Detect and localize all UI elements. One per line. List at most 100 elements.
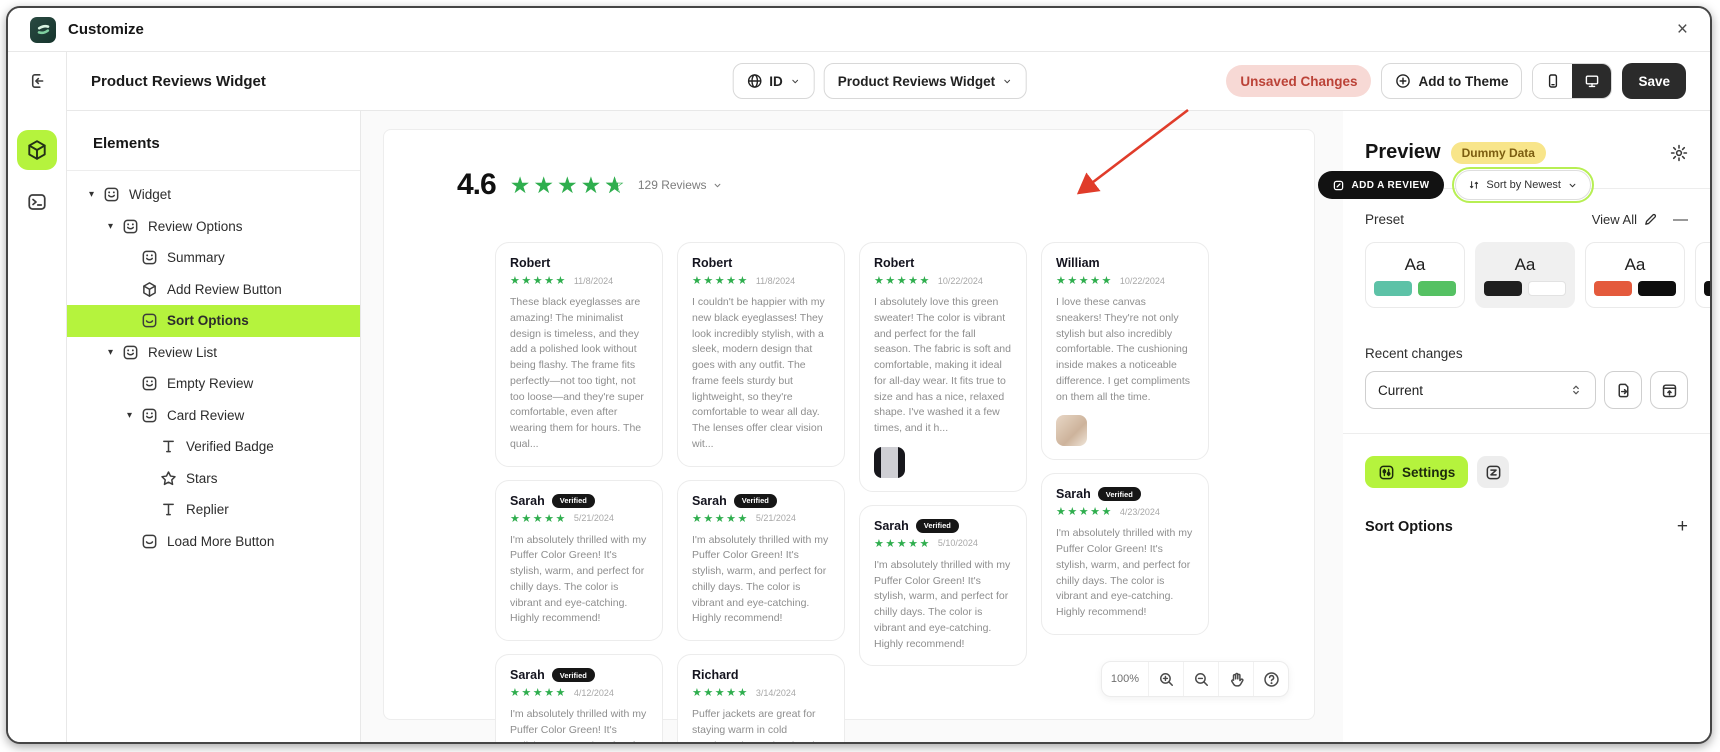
dummy-data-badge: Dummy Data	[1450, 141, 1546, 164]
verified-badge: Verified	[733, 493, 777, 508]
reviewer-name: Robert	[692, 256, 733, 270]
review-card[interactable]: William ★★★★★ 10/22/2024 I love these canva…	[1041, 242, 1209, 461]
restore-version-button[interactable]	[1604, 371, 1642, 409]
document-arrow-icon	[1615, 382, 1632, 399]
caret-down-icon[interactable]: ▾	[108, 347, 122, 358]
tree-item-verified-badge[interactable]: Verified Badge	[67, 431, 360, 463]
verified-badge: Verified	[551, 493, 595, 508]
pencil-icon	[1643, 212, 1658, 227]
mobile-view-button[interactable]	[1533, 64, 1573, 98]
review-stars-row: ★★★★★ 11/8/2024	[510, 274, 648, 287]
rating-score: 4.6	[457, 168, 497, 201]
review-card[interactable]: Sarah Verified ★★★★★ 4/23/2024 I'm absolutel…	[1041, 473, 1209, 635]
review-card[interactable]: Robert ★★★★★ 11/8/2024 I couldn't be happie…	[677, 242, 845, 467]
updown-chevrons-icon	[1569, 383, 1583, 397]
review-photo-thumbnail[interactable]	[1056, 415, 1087, 447]
translate-tab-button[interactable]	[1477, 456, 1510, 488]
tree-item-summary[interactable]: Summary	[67, 242, 360, 274]
tree-item-review-options[interactable]: ▾ Review Options	[67, 211, 360, 243]
widget-dropdown-label: Product Reviews Widget	[837, 73, 996, 89]
view-all-button[interactable]: View All	[1592, 212, 1658, 227]
device-toggle	[1532, 63, 1613, 99]
collapse-section-button[interactable]: —	[1673, 211, 1688, 228]
zoom-in-icon[interactable]	[1148, 662, 1183, 696]
sort-by-newest-dropdown[interactable]: Sort by Newest	[1452, 167, 1594, 203]
preset-swatch[interactable]: Aa	[1475, 242, 1575, 308]
review-card[interactable]: Sarah Verified ★★★★★ 5/10/2024 I'm absolutel…	[859, 504, 1027, 667]
unsaved-changes-badge: Unsaved Changes	[1226, 65, 1372, 97]
tree-item-card-review[interactable]: ▾ Card Review	[67, 400, 360, 432]
reviewer-name-row: Robert	[510, 256, 648, 270]
review-text: Puffer jackets are great for staying war…	[692, 708, 816, 742]
review-stars-row: ★★★★★ 11/8/2024	[692, 274, 830, 287]
divider	[67, 170, 360, 171]
recent-changes-label: Recent changes	[1365, 346, 1463, 361]
review-stars-icon: ★★★★★	[692, 687, 749, 699]
tree-item-sort-options[interactable]: Sort Options	[67, 305, 360, 337]
preset-swatch[interactable]: Aa	[1365, 242, 1465, 308]
widget-preview-surface: 4.6 ★★★★☆★ 129 Reviews ADD A REVIEW	[383, 129, 1594, 742]
review-card[interactable]: Robert ★★★★★ 11/8/2024 These black eyeglass…	[495, 242, 663, 467]
text-icon	[160, 501, 177, 518]
review-stars-row: ★★★★★ 3/14/2024	[692, 686, 830, 699]
review-date: 11/8/2024	[755, 275, 796, 286]
caret-down-icon[interactable]: ▾	[108, 221, 122, 232]
zoom-out-icon[interactable]	[1183, 662, 1218, 696]
tree-item-load-more-button[interactable]: Load More Button	[67, 526, 360, 558]
elements-mode-button[interactable]	[17, 130, 57, 170]
review-date: 3/14/2024	[755, 687, 796, 698]
id-dropdown[interactable]: ID	[732, 63, 815, 99]
preset-swatches: Aa Aa Aa Aa	[1365, 242, 1710, 308]
reviewer-name-row: Robert	[874, 256, 1012, 270]
reviews-count-label: 129 Reviews	[637, 178, 707, 192]
caret-down-icon[interactable]: ▾	[127, 410, 141, 421]
review-card[interactable]: Richard ★★★★★ 3/14/2024 Puffer jackets are …	[677, 654, 845, 742]
recent-changes-select[interactable]: Current	[1365, 371, 1596, 409]
terminal-icon[interactable]	[27, 192, 47, 212]
review-date: 10/22/2024	[937, 275, 983, 286]
preset-swatch-label: Aa	[1624, 254, 1646, 274]
gear-icon[interactable]	[1670, 144, 1688, 162]
review-card[interactable]: Sarah Verified ★★★★★ 5/21/2024 I'm absolutel…	[677, 479, 845, 641]
archive-version-button[interactable]	[1650, 371, 1688, 409]
review-card-column: Robert ★★★★★ 11/8/2024 I couldn't be happie…	[677, 242, 845, 742]
add-to-theme-label: Add to Theme	[1418, 73, 1509, 89]
review-stars-row: ★★★★★ 5/21/2024	[692, 512, 830, 525]
save-button[interactable]: Save	[1622, 63, 1686, 99]
reviews-count[interactable]: 129 Reviews	[638, 178, 723, 192]
settings-tab-button[interactable]: Settings	[1365, 456, 1469, 488]
review-card[interactable]: Sarah Verified ★★★★★ 5/21/2024 I'm absolutel…	[495, 479, 663, 641]
app-title: Customize	[68, 21, 144, 38]
tree-item-label: Sort Options	[167, 313, 249, 329]
add-to-theme-button[interactable]: Add to Theme	[1381, 63, 1523, 99]
add-a-review-button[interactable]: ADD A REVIEW	[1318, 171, 1445, 199]
app-logo-icon	[30, 16, 56, 43]
review-card[interactable]: Sarah Verified ★★★★★ 4/12/2024 I'm absolutel…	[495, 654, 663, 742]
reviewer-name: Sarah	[1056, 487, 1091, 502]
tree-item-replier[interactable]: Replier	[67, 494, 360, 526]
desktop-view-button[interactable]	[1572, 64, 1612, 98]
exit-icon[interactable]	[28, 72, 46, 90]
tree-item-label: Load More Button	[167, 533, 275, 549]
settings-panel: Preview Dummy Data Preset View All — Aa …	[1343, 111, 1710, 742]
pan-hand-icon[interactable]	[1218, 662, 1253, 696]
tree-item-stars[interactable]: Stars	[67, 463, 360, 495]
tree-item-add-review-button[interactable]: Add Review Button	[67, 274, 360, 306]
widget-dropdown[interactable]: Product Reviews Widget	[823, 63, 1028, 99]
review-photo-thumbnail[interactable]	[874, 446, 905, 478]
text-icon	[160, 438, 177, 455]
preset-swatch[interactable]: Aa	[1585, 242, 1685, 308]
star-icon: ★	[580, 171, 605, 198]
tree-item-empty-review[interactable]: Empty Review	[67, 368, 360, 400]
close-icon[interactable]: ×	[1677, 20, 1688, 39]
container-icon	[141, 312, 158, 329]
tree-item-widget[interactable]: ▾ Widget	[67, 179, 360, 211]
preset-swatch[interactable]: Aa	[1695, 242, 1710, 308]
caret-down-icon[interactable]: ▾	[89, 189, 103, 200]
rating-stars: ★★★★☆★	[510, 172, 628, 199]
review-text: I'm absolutely thrilled with my Puffer C…	[874, 558, 1011, 650]
help-icon[interactable]	[1253, 662, 1288, 696]
review-card[interactable]: Robert ★★★★★ 10/22/2024 I absolutely love t…	[859, 242, 1027, 492]
tree-item-review-list[interactable]: ▾ Review List	[67, 337, 360, 369]
add-sort-option-icon[interactable]: +	[1677, 516, 1688, 538]
